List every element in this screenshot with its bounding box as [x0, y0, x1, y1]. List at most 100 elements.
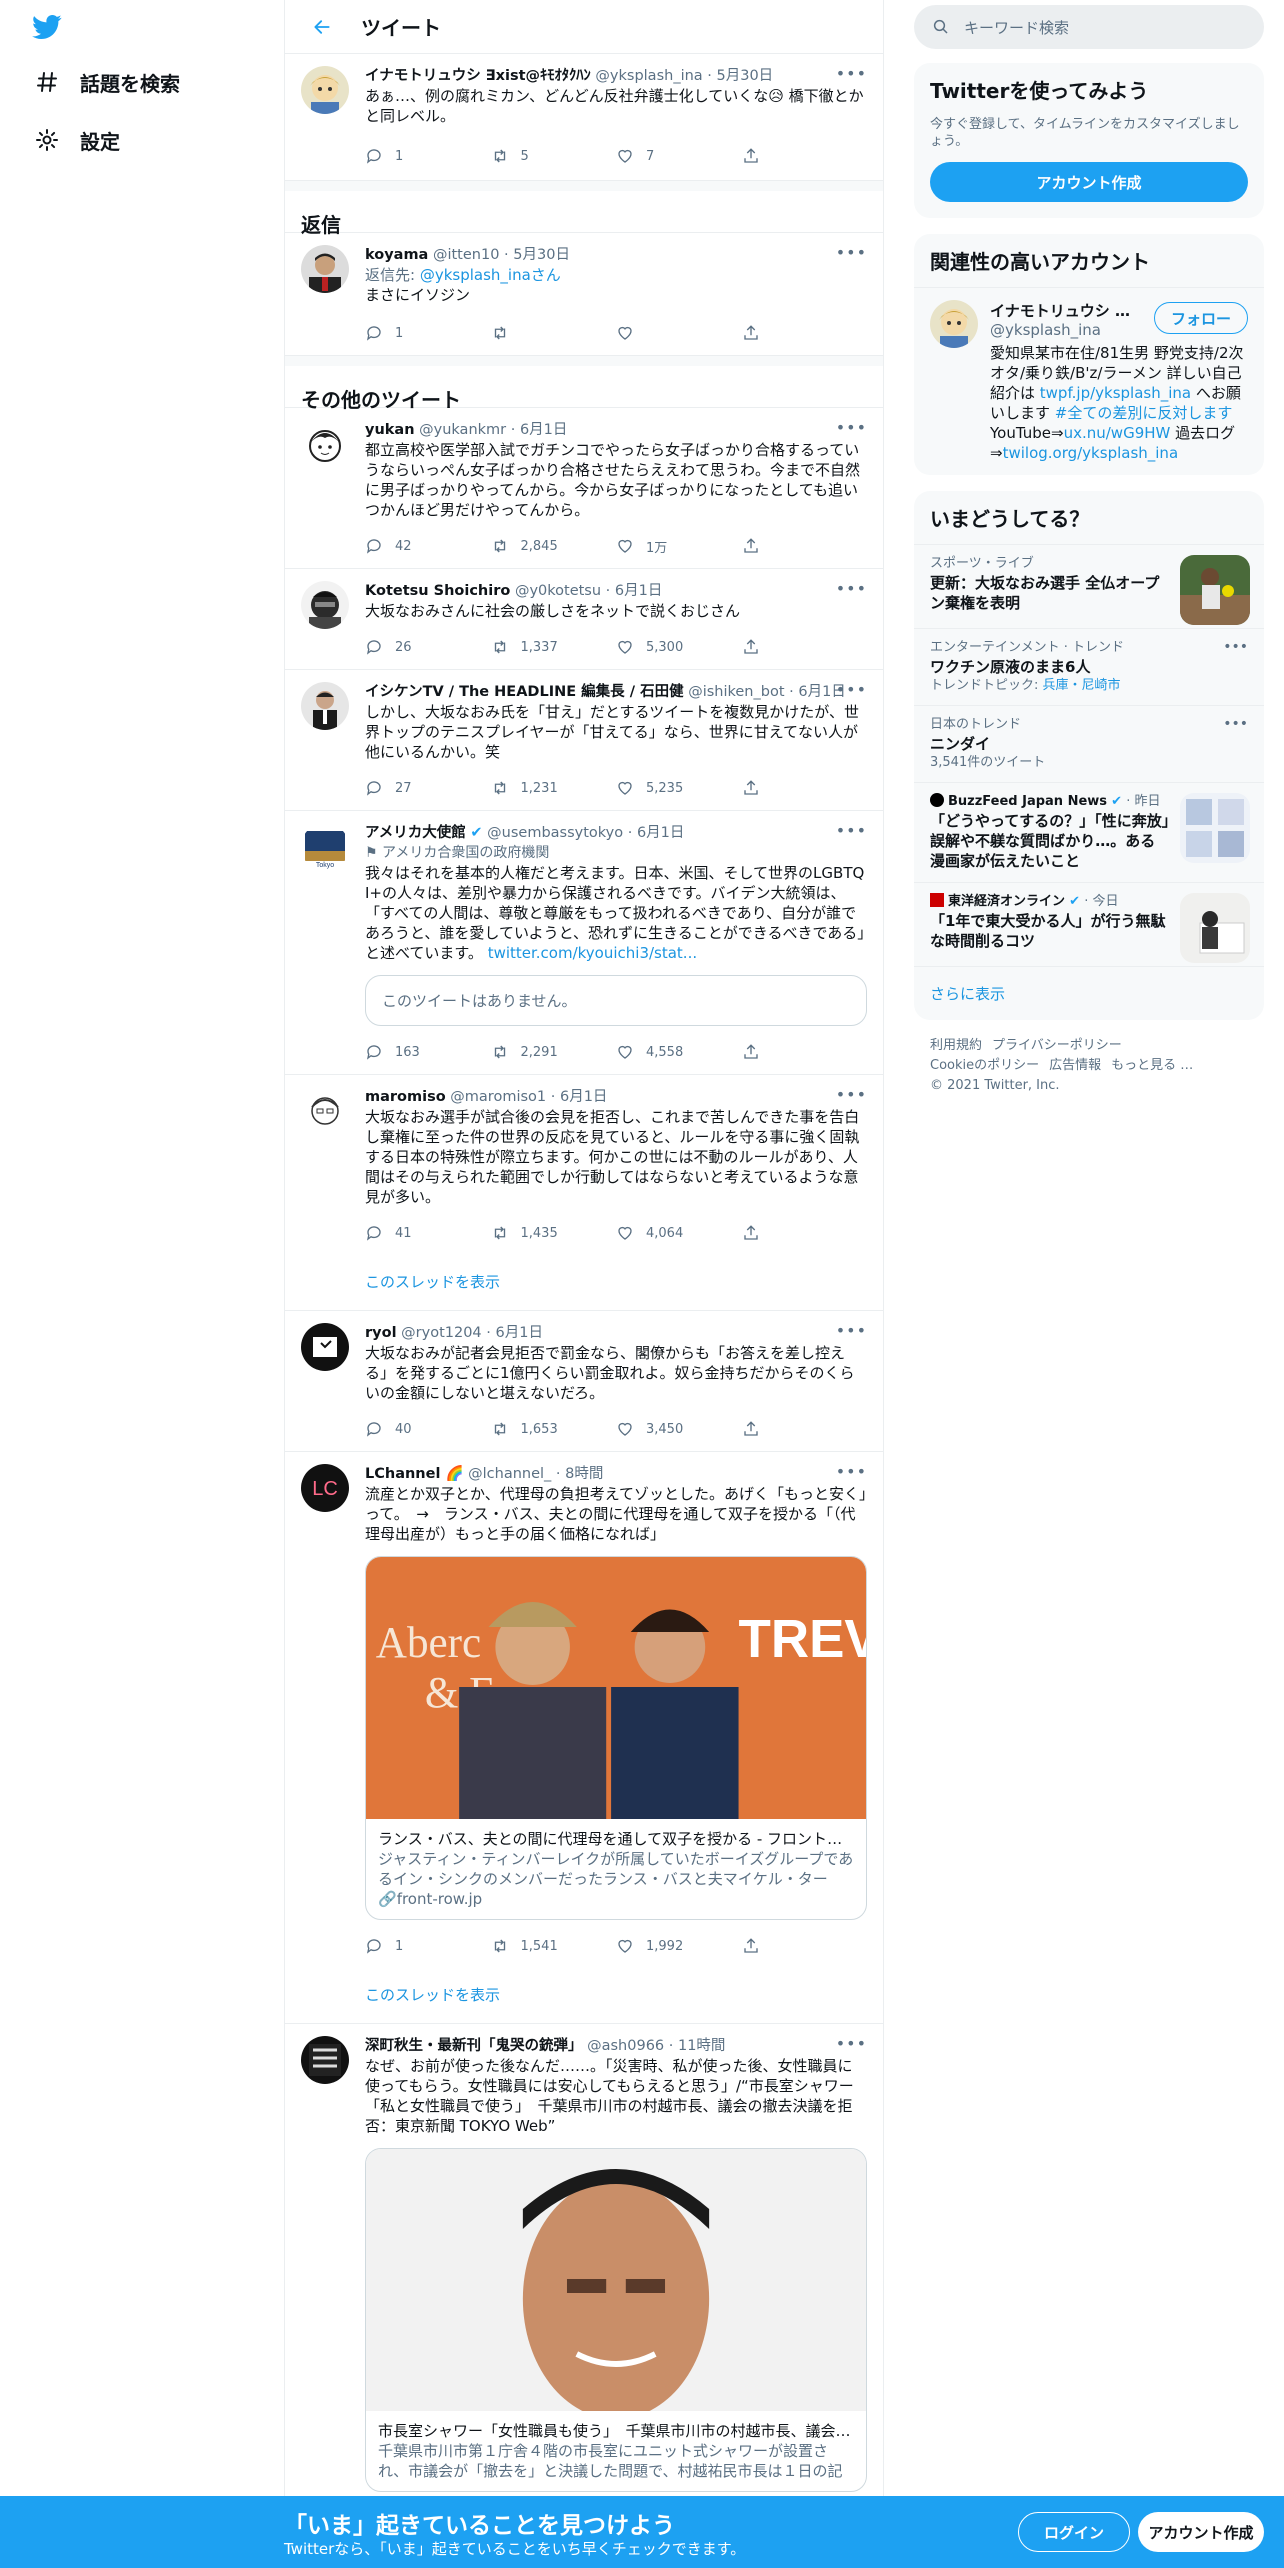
- user-name[interactable]: イナモトリュウシ ∃xist@ｷﾓｵﾀｸﾊﾝ: [365, 68, 591, 84]
- reply-button[interactable]: 40: [365, 1420, 491, 1438]
- avatar[interactable]: [301, 245, 349, 293]
- user-handle[interactable]: @itten10: [433, 247, 499, 263]
- reply-button[interactable]: 27: [365, 779, 491, 797]
- nav-settings[interactable]: 設定: [34, 120, 120, 160]
- bio-hashtag-link[interactable]: #全ての差別に反対します: [1055, 404, 1233, 422]
- retweet-button[interactable]: 1,653: [491, 1420, 617, 1438]
- retweet-button[interactable]: 1,541: [491, 1937, 617, 1955]
- share-button[interactable]: [742, 537, 868, 555]
- like-button[interactable]: 4,064: [616, 1224, 742, 1242]
- link-card[interactable]: Aberc & F TREV ランス・バス、夫との間に代理母を通して双子を授かる - …: [365, 1556, 867, 1920]
- tweet[interactable]: Kotetsu Shoichiro @y0kotetsu · 6月1日 ••• 大坂…: [285, 569, 883, 670]
- tweet-date[interactable]: · 6月1日: [628, 825, 685, 841]
- show-thread-link[interactable]: このスレッドを表示: [365, 1976, 867, 2011]
- avatar[interactable]: Tokyo: [301, 823, 349, 871]
- like-button[interactable]: 4,558: [616, 1043, 742, 1061]
- tweet-date[interactable]: · 6月1日: [551, 1089, 608, 1105]
- tweet-date[interactable]: · 6月1日: [511, 422, 568, 438]
- user-name[interactable]: Kotetsu Shoichiro: [365, 583, 510, 599]
- show-thread-link[interactable]: このスレッドを表示: [365, 1263, 867, 1298]
- tweet[interactable]: ryol @ryot1204 · 6月1日 ••• 大坂なおみが記者会見拒否で罰金な…: [285, 1311, 883, 1452]
- tweet-date[interactable]: · 11時間: [669, 2038, 726, 2054]
- more-icon[interactable]: •••: [836, 2034, 867, 2053]
- user-handle[interactable]: @ishiken_bot: [688, 684, 784, 700]
- reply-button[interactable]: 1: [365, 147, 491, 165]
- back-arrow-icon[interactable]: [305, 10, 339, 44]
- tweet-date[interactable]: · 5月30日: [707, 68, 773, 84]
- like-button[interactable]: 1万: [616, 537, 742, 556]
- twitter-logo-icon[interactable]: [30, 12, 64, 42]
- more-icon[interactable]: •••: [836, 821, 867, 840]
- retweet-button[interactable]: 2,845: [491, 537, 617, 555]
- tweet[interactable]: LC LChannel 🌈 @lchannel_ · 8時間 ••• 流産とか双子とか…: [285, 1452, 883, 2024]
- more-icon[interactable]: •••: [1223, 716, 1248, 732]
- retweet-button[interactable]: 2,291: [491, 1043, 617, 1061]
- reply-to-handle[interactable]: @yksplash_ina: [420, 266, 531, 284]
- tweet[interactable]: maromiso @maromiso1 · 6月1日 ••• 大坂なおみ選手が試合後…: [285, 1075, 883, 1311]
- like-button[interactable]: 3,450: [616, 1420, 742, 1438]
- avatar[interactable]: [301, 682, 349, 730]
- share-button[interactable]: [742, 147, 868, 165]
- share-button[interactable]: [742, 1043, 868, 1061]
- avatar[interactable]: LC: [301, 1464, 349, 1512]
- more-icon[interactable]: •••: [836, 418, 867, 437]
- trend-topic-link[interactable]: 兵庫・尼崎市: [1043, 678, 1121, 693]
- share-button[interactable]: [742, 1224, 868, 1242]
- user-name[interactable]: maromiso: [365, 1089, 446, 1105]
- more-icon[interactable]: •••: [836, 1462, 867, 1481]
- tweet[interactable]: イシケンTV / The HEADLINE 編集長 / 石田健 @ishiken…: [285, 670, 883, 811]
- more-icon[interactable]: •••: [836, 1085, 867, 1104]
- reply-tweet[interactable]: koyama @itten10 · 5月30日 ••• 返信先: @ykspla…: [285, 233, 883, 356]
- reply-button[interactable]: 1: [365, 324, 491, 342]
- retweet-button[interactable]: 1,337: [491, 638, 617, 656]
- share-button[interactable]: [742, 324, 868, 342]
- reply-button[interactable]: 42: [365, 537, 491, 555]
- user-name[interactable]: ryol: [365, 1325, 397, 1341]
- user-handle[interactable]: @yksplash_ina: [595, 68, 702, 84]
- user-handle[interactable]: @lchannel_: [468, 1466, 551, 1482]
- trend-item[interactable]: スポーツ・ライブ 更新：大坂なおみ選手 全仏オープン棄権を表明: [914, 544, 1264, 628]
- tweet[interactable]: yukan @yukankmr · 6月1日 ••• 都立高校や医学部入試でガチンコ…: [285, 408, 883, 569]
- create-account-button[interactable]: アカウント作成: [930, 162, 1248, 202]
- related-account[interactable]: イナモトリュウシ ∃x… @yksplash_ina フォロー 愛知県某市在住/…: [914, 287, 1264, 475]
- follow-button[interactable]: フォロー: [1153, 302, 1248, 334]
- retweet-button[interactable]: 1,435: [491, 1224, 617, 1242]
- like-button[interactable]: [616, 324, 742, 342]
- tweet[interactable]: 深町秋生・最新刊「鬼哭の銃弾」 @ash0966 · 11時間 ••• なぜ、お前が…: [285, 2024, 883, 2505]
- bio-link[interactable]: twilog.org/yksplash_ina: [1003, 444, 1179, 462]
- bio-link[interactable]: twpf.jp/yksplash_ina: [1040, 384, 1191, 402]
- user-name[interactable]: yukan: [365, 422, 415, 438]
- more-icon[interactable]: •••: [836, 579, 867, 598]
- avatar[interactable]: [930, 300, 978, 348]
- footer-privacy-link[interactable]: プライバシーポリシー: [992, 1038, 1122, 1053]
- user-handle[interactable]: @maromiso1: [450, 1089, 546, 1105]
- retweet-button[interactable]: 1,231: [491, 779, 617, 797]
- avatar[interactable]: [301, 581, 349, 629]
- link-card[interactable]: 市長室シャワー「女性職員も使う」 千葉県市川市の村越市長、議会… 千葉県市川市第１…: [365, 2148, 867, 2492]
- like-button[interactable]: 5,235: [616, 779, 742, 797]
- avatar[interactable]: [301, 2036, 349, 2084]
- news-item[interactable]: BuzzFeed Japan News ✔ · 昨日 「どうやってするの？」「性…: [914, 782, 1264, 882]
- footer-terms-link[interactable]: 利用規約: [930, 1038, 982, 1053]
- like-button[interactable]: 5,300: [616, 638, 742, 656]
- news-item[interactable]: 東洋経済オンライン ✔ · 今日 「1年で東大受かる人」が行う無駄な時間削るコツ: [914, 882, 1264, 966]
- retweet-button[interactable]: [491, 324, 617, 342]
- like-button[interactable]: 1,992: [616, 1937, 742, 1955]
- tweet-date[interactable]: · 6月1日: [606, 583, 663, 599]
- more-icon[interactable]: •••: [836, 243, 867, 262]
- share-button[interactable]: [742, 779, 868, 797]
- tweet-date[interactable]: · 8時間: [556, 1466, 603, 1482]
- more-icon[interactable]: •••: [1223, 639, 1248, 655]
- show-more-link[interactable]: さらに表示: [914, 966, 1264, 1020]
- footer-cookie-link[interactable]: Cookieのポリシー: [930, 1058, 1039, 1073]
- user-handle[interactable]: @usembassytokyo: [487, 825, 623, 841]
- more-icon[interactable]: •••: [836, 1321, 867, 1340]
- signup-button[interactable]: アカウント作成: [1138, 2512, 1264, 2552]
- user-name[interactable]: イシケンTV / The HEADLINE 編集長 / 石田健: [365, 684, 684, 700]
- user-name[interactable]: 深町秋生・最新刊「鬼哭の銃弾」: [365, 2038, 583, 2054]
- avatar[interactable]: [301, 420, 349, 468]
- bio-link[interactable]: ux.nu/wG9HW: [1064, 424, 1171, 442]
- reply-button[interactable]: 41: [365, 1224, 491, 1242]
- nav-explore[interactable]: 話題を検索: [34, 62, 180, 102]
- share-button[interactable]: [742, 1937, 868, 1955]
